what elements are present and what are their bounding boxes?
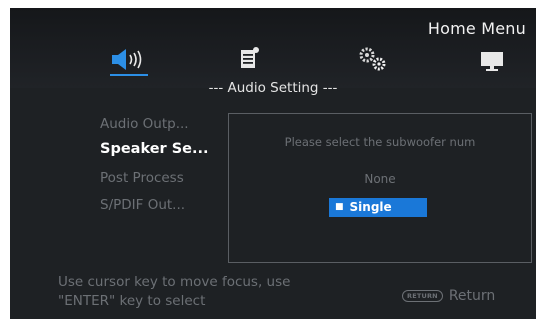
speaker-icon [112, 49, 142, 70]
menu-item-speaker-setting[interactable]: Speaker Se... [100, 141, 209, 157]
gears-icon [359, 47, 386, 71]
top-bar: Home Menu [10, 8, 536, 88]
section-title: --- Audio Setting --- [208, 80, 338, 96]
tab-display[interactable] [477, 46, 527, 76]
menu-item-audio-output[interactable]: Audio Outp... [100, 116, 189, 132]
tab-document[interactable] [235, 46, 285, 76]
help-text-line-2: "ENTER" key to select [58, 293, 206, 309]
menu-item-spdif-output[interactable]: S/PDIF Out... [100, 197, 185, 213]
tab-audio[interactable] [104, 46, 154, 76]
tab-selected-indicator [110, 74, 148, 76]
menu-item-post-process[interactable]: Post Process [100, 170, 184, 186]
screen: Home Menu --- Audio Setting --- Audio Ou… [10, 8, 536, 319]
option-single-label: Single [349, 200, 392, 214]
home-menu-title: Home Menu [427, 19, 526, 38]
monitor-icon [481, 52, 503, 71]
help-text: Use cursor key to move focus, use "ENTER… [58, 273, 348, 311]
option-single[interactable]: ■ Single [329, 198, 427, 217]
return-key-icon: RETURN [402, 290, 443, 302]
selection-bullet-icon: ■ [335, 202, 344, 212]
tab-settings[interactable] [355, 46, 405, 76]
subwoofer-dialog: Please select the subwoofer num None ■ Si… [228, 113, 532, 263]
document-icon [241, 47, 259, 68]
dialog-prompt: Please select the subwoofer num [284, 135, 476, 149]
option-none[interactable]: None [229, 172, 531, 186]
help-text-line-1: Use cursor key to move focus, use [58, 274, 291, 290]
return-button[interactable]: RETURN Return [402, 287, 495, 305]
return-label: Return [448, 288, 496, 304]
